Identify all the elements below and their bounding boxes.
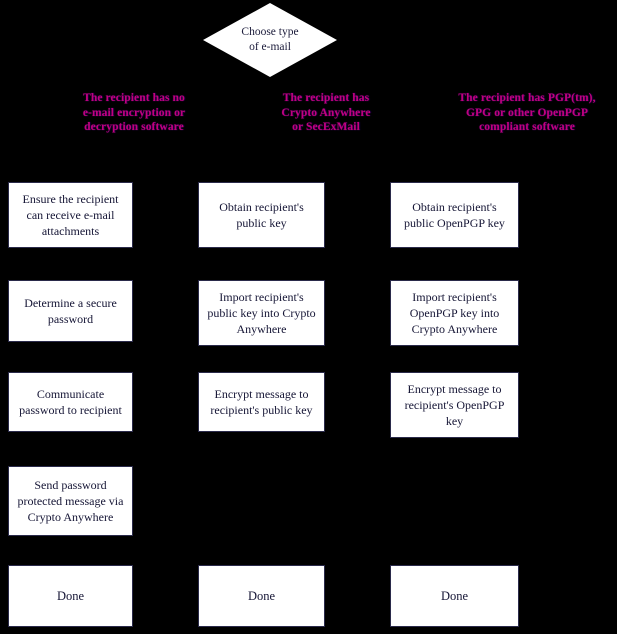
process-send-password-protected-message[interactable]: Send password protected message via Cryp… bbox=[8, 466, 133, 536]
flowchart-canvas: Choose type of e-mail The recipient has … bbox=[0, 0, 617, 634]
process-communicate-password-to-recipient[interactable]: Communicate password to recipient bbox=[8, 372, 133, 432]
process-determine-secure-password[interactable]: Determine a secure password bbox=[8, 280, 133, 342]
branch-header-openpgp-compliant: The recipient has PGP(tm), GPG or other … bbox=[458, 92, 596, 133]
process-import-openpgp-key-into-crypto-anywhere[interactable]: Import recipient's OpenPGP key into Cryp… bbox=[390, 280, 519, 346]
process-obtain-recipient-public-key[interactable]: Obtain recipient's public key bbox=[198, 182, 325, 248]
terminator-done-left[interactable]: Done bbox=[8, 565, 133, 627]
decision-node-choose-email-type[interactable]: Choose type of e-mail bbox=[203, 3, 337, 77]
decision-node-label: Choose type of e-mail bbox=[241, 26, 299, 53]
branch-header-no-encryption-software: The recipient has no e-mail encryption o… bbox=[82, 92, 186, 133]
terminator-done-middle[interactable]: Done bbox=[198, 565, 325, 627]
terminator-done-right[interactable]: Done bbox=[390, 565, 519, 627]
process-import-public-key-into-crypto-anywhere[interactable]: Import recipient's public key into Crypt… bbox=[198, 280, 325, 346]
branch-header-crypto-anywhere-secexmail: The recipient has Crypto Anywhere or Sec… bbox=[281, 92, 371, 133]
process-ensure-recipient-can-receive-attachments[interactable]: Ensure the recipient can receive e-mail … bbox=[8, 182, 133, 248]
process-obtain-recipient-openpgp-key[interactable]: Obtain recipient's public OpenPGP key bbox=[390, 182, 519, 248]
process-encrypt-message-to-public-key[interactable]: Encrypt message to recipient's public ke… bbox=[198, 372, 325, 432]
process-encrypt-message-to-openpgp-key[interactable]: Encrypt message to recipient's OpenPGP k… bbox=[390, 372, 519, 438]
